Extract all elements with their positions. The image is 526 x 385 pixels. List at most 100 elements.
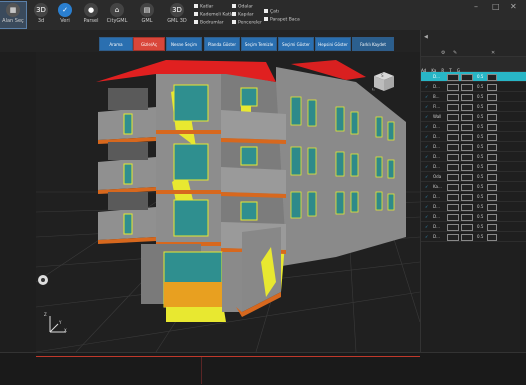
clear-selection-button[interactable]: Seçim Temizle: [241, 37, 277, 51]
gml3d-button[interactable]: 3D GML 3D: [164, 2, 190, 28]
citygml-button[interactable]: ⌂ CityGML: [104, 2, 130, 28]
show-in-plan-button[interactable]: Planda Göster: [204, 37, 240, 51]
layer-toggle[interactable]: [487, 154, 497, 161]
hide-show-button[interactable]: Gizle/Aç: [133, 37, 165, 51]
visibility-check-icon[interactable]: ✓: [425, 232, 428, 241]
line-swatch[interactable]: [461, 154, 473, 161]
data-button[interactable]: ✓ Veri: [52, 2, 78, 28]
select-area-button[interactable]: ▦ Alan Seç: [0, 1, 27, 29]
object-select-button[interactable]: Nesne Seçim: [166, 37, 202, 51]
line-swatch[interactable]: [461, 214, 473, 221]
visibility-check-icon[interactable]: ✓: [425, 132, 428, 141]
layer-toggle[interactable]: [487, 94, 497, 101]
minimize-button[interactable]: –: [474, 2, 478, 11]
visibility-check-icon[interactable]: ✓: [425, 142, 428, 151]
layer-toggle[interactable]: [487, 204, 497, 211]
check-doors[interactable]: Kapılar: [232, 12, 254, 18]
line-swatch[interactable]: [461, 114, 473, 121]
layer-toggle[interactable]: [487, 184, 497, 191]
color-swatch[interactable]: [447, 134, 459, 141]
close-button[interactable]: ✕: [510, 2, 517, 11]
visibility-check-icon[interactable]: ✓: [425, 222, 428, 231]
line-swatch[interactable]: [461, 104, 473, 111]
line-swatch[interactable]: [461, 194, 473, 201]
show-all-button[interactable]: Hepsini Göster: [315, 37, 351, 51]
pin-panel-icon[interactable]: ✎: [453, 50, 457, 56]
layer-row[interactable]: ✓ D... 0.5: [421, 142, 526, 152]
visibility-check-icon[interactable]: ✓: [425, 152, 428, 161]
color-swatch[interactable]: [447, 94, 459, 101]
visibility-check-icon[interactable]: ✓: [425, 192, 428, 201]
check-roof[interactable]: Çatı: [264, 9, 279, 15]
layer-row[interactable]: ✓ D... 0.5: [421, 82, 526, 92]
color-swatch[interactable]: [447, 164, 459, 171]
layer-row[interactable]: ✓ D... 0.5: [421, 212, 526, 222]
layer-toggle[interactable]: [487, 214, 497, 221]
check-parapet-chimney[interactable]: Parapet Baca: [264, 17, 300, 23]
color-swatch[interactable]: [447, 214, 459, 221]
layer-toggle[interactable]: [487, 84, 497, 91]
3d-viewport[interactable]: S Z Y X: [36, 52, 420, 352]
3d-button[interactable]: 3D 3d: [28, 2, 54, 28]
nav-cube[interactable]: S: [371, 70, 396, 92]
layer-toggle[interactable]: [487, 124, 497, 131]
search-button[interactable]: Arama: [99, 37, 133, 51]
layer-toggle[interactable]: [487, 164, 497, 171]
collapse-icon[interactable]: ◀: [424, 34, 428, 40]
visibility-check-icon[interactable]: ✓: [425, 202, 428, 211]
line-swatch[interactable]: [461, 224, 473, 231]
color-swatch[interactable]: [447, 174, 459, 181]
visibility-check-icon[interactable]: ✓: [425, 172, 428, 181]
line-swatch[interactable]: [461, 74, 473, 81]
show-selection-button[interactable]: Seçimi Göster: [278, 37, 314, 51]
color-swatch[interactable]: [447, 114, 459, 121]
layer-toggle[interactable]: [487, 224, 497, 231]
layer-toggle[interactable]: [487, 234, 497, 241]
visibility-check-icon[interactable]: ✓: [425, 162, 428, 171]
layer-row[interactable]: ✓ D... 0.5: [421, 122, 526, 132]
color-swatch[interactable]: [447, 224, 459, 231]
layer-row[interactable]: ✓ D... 0.5: [421, 152, 526, 162]
visibility-check-icon[interactable]: ✓: [425, 122, 428, 131]
layer-row[interactable]: ✓ Fl... 0.5: [421, 102, 526, 112]
save-as-button[interactable]: Farklı Kaydet: [352, 37, 394, 51]
line-swatch[interactable]: [461, 234, 473, 241]
layer-toggle[interactable]: [487, 134, 497, 141]
maximize-button[interactable]: □: [492, 2, 500, 11]
visibility-check-icon[interactable]: ✓: [425, 82, 428, 91]
layer-row[interactable]: ✓ Ka... 0.5: [421, 182, 526, 192]
visibility-check-icon[interactable]: ✓: [425, 212, 428, 221]
layer-toggle[interactable]: [487, 174, 497, 181]
color-swatch[interactable]: [447, 154, 459, 161]
line-swatch[interactable]: [461, 124, 473, 131]
splitter[interactable]: [201, 357, 202, 384]
line-swatch[interactable]: [461, 84, 473, 91]
color-swatch[interactable]: [447, 84, 459, 91]
visibility-check-icon[interactable]: ✓: [425, 92, 428, 101]
layer-row[interactable]: ✓ D... 0.5: [421, 202, 526, 212]
line-swatch[interactable]: [461, 174, 473, 181]
layer-row[interactable]: ✓ D... 0.5: [421, 192, 526, 202]
check-stepped-floors[interactable]: Kademeli Katlar: [194, 12, 236, 18]
check-floors[interactable]: Katlar: [194, 4, 213, 10]
pivot-gizmo[interactable]: [36, 272, 50, 286]
line-swatch[interactable]: [461, 204, 473, 211]
line-swatch[interactable]: [461, 94, 473, 101]
settings-icon[interactable]: ⚙: [441, 50, 445, 56]
layer-row[interactable]: ✓ Wall 0.5: [421, 112, 526, 122]
visibility-check-icon[interactable]: ✓: [425, 102, 428, 111]
layer-toggle[interactable]: [487, 194, 497, 201]
close-panel-icon[interactable]: ✕: [491, 50, 495, 56]
visibility-check-icon[interactable]: ✓: [425, 112, 428, 121]
color-swatch[interactable]: [447, 104, 459, 111]
layer-row[interactable]: ✓ D... 0.5: [421, 72, 526, 82]
visibility-check-icon[interactable]: ✓: [425, 182, 428, 191]
layer-toggle[interactable]: [487, 144, 497, 151]
layer-row[interactable]: ✓ Oda 0.5: [421, 172, 526, 182]
check-windows[interactable]: Pencereler: [232, 20, 262, 26]
color-swatch[interactable]: [447, 194, 459, 201]
color-swatch[interactable]: [447, 124, 459, 131]
layer-row[interactable]: ✓ D... 0.5: [421, 222, 526, 232]
line-swatch[interactable]: [461, 164, 473, 171]
layer-toggle[interactable]: [487, 114, 497, 121]
